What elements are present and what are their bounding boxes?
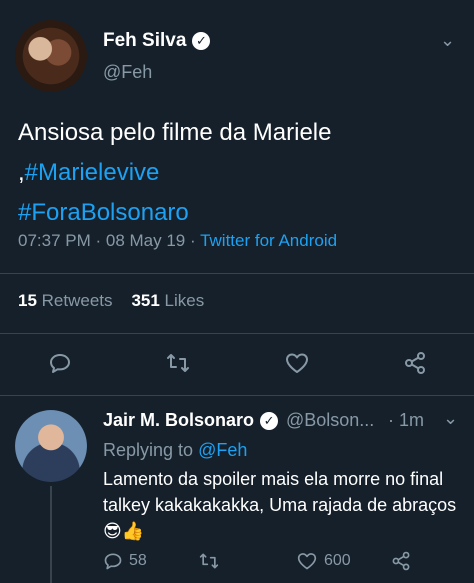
tweet-source[interactable]: Twitter for Android [200, 231, 337, 250]
thread-line [50, 486, 52, 583]
likes-count: 351 [131, 291, 160, 310]
author-handle[interactable]: @Feh [103, 62, 152, 83]
tweet-stats: 15 Retweets 351 Likes [18, 291, 204, 311]
chevron-down-icon[interactable]: ⌄ [443, 408, 458, 429]
author-name-text: Feh Silva [103, 30, 187, 51]
avatar[interactable] [15, 20, 87, 92]
like-icon[interactable] [282, 348, 312, 378]
like-icon [297, 553, 317, 570]
verified-badge-icon: ✓ [192, 31, 211, 50]
reply-timestamp: · 1m [388, 410, 424, 430]
share-icon[interactable] [390, 550, 412, 572]
divider [0, 333, 474, 334]
reply-body: Lamento da spoiler mais ela morre no fin… [103, 469, 457, 515]
hashtag-forabolsonaro[interactable]: #ForaBolsonaro [18, 199, 189, 226]
reply-icon [104, 553, 122, 570]
reply-count: 58 [129, 552, 147, 569]
retweets-count: 15 [18, 291, 37, 310]
author-name[interactable]: Feh Silva ✓ [103, 30, 211, 52]
divider [0, 395, 474, 396]
retweets-label: Retweets [41, 291, 113, 310]
reply-like-action[interactable]: 600 [296, 551, 351, 571]
reply-author-name[interactable]: Jair M. Bolsonaro ✓ [103, 410, 279, 431]
divider [0, 273, 474, 274]
tweet-timestamp: 07:37 PM · 08 May 19 · [18, 231, 196, 250]
tweet-meta: 07:37 PM · 08 May 19 · Twitter for Andro… [18, 231, 337, 251]
like-count: 600 [324, 552, 351, 569]
retweets-stat[interactable]: 15 Retweets [18, 291, 113, 310]
verified-badge-icon: ✓ [260, 412, 279, 431]
reply-text: Lamento da spoiler mais ela morre no fin… [103, 466, 463, 544]
hashtag-marielevive[interactable]: #Marielevive [25, 159, 160, 186]
likes-label: Likes [164, 291, 205, 310]
replying-to-handle[interactable]: @Feh [198, 440, 247, 460]
likes-stat[interactable]: 351 Likes [131, 291, 204, 310]
chevron-down-icon[interactable]: ⌄ [440, 30, 455, 51]
retweet-icon[interactable] [198, 551, 220, 571]
reply-author-name-text: Jair M. Bolsonaro [103, 410, 255, 430]
reply-author-handle[interactable]: @Bolson... [286, 410, 374, 431]
replying-to-label: Replying to [103, 440, 194, 460]
reply-reply-action[interactable]: 58 [103, 551, 147, 571]
retweet-icon[interactable] [163, 348, 193, 378]
tweet-text: Ansiosa pelo filme da Mariele ,#Marielev… [18, 113, 458, 233]
replying-to: Replying to @Feh [103, 440, 247, 461]
reply-avatar[interactable] [15, 410, 87, 482]
reply-emoji: 😎👍 [103, 521, 145, 541]
share-icon[interactable] [400, 348, 430, 378]
reply-icon[interactable] [45, 348, 75, 378]
